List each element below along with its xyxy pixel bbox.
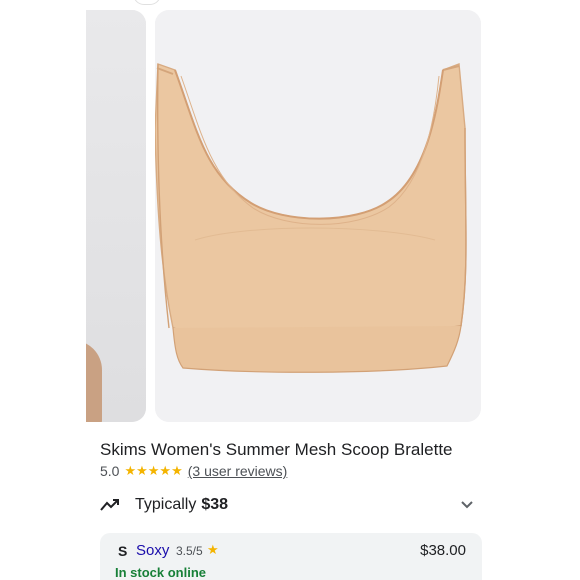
- typical-price-label: Typically: [135, 496, 197, 513]
- product-title[interactable]: Skims Women's Summer Mesh Scoop Bralette: [100, 440, 453, 460]
- product-image[interactable]: [155, 10, 481, 422]
- seller-offer-card[interactable]: S Soxy 3.5/5 ★ $38.00 In stock online: [100, 533, 482, 580]
- seller-logo: S: [118, 543, 128, 559]
- previous-image-thumbnail[interactable]: [86, 10, 146, 422]
- carousel-indicator: [134, 0, 160, 4]
- typical-price-value: $38: [201, 496, 229, 513]
- price-summary-row[interactable]: Typically $38: [100, 493, 480, 517]
- bralette-illustration: [155, 10, 481, 422]
- trending-icon: [100, 499, 119, 511]
- star-icon: ★: [207, 542, 219, 557]
- rating-stars-icon: ★★★★★: [124, 463, 183, 478]
- chevron-down-icon[interactable]: [460, 498, 474, 512]
- offer-price: $38.00: [420, 542, 466, 559]
- rating-row: 5.0 ★★★★★ (3 user reviews): [100, 463, 287, 479]
- rating-value: 5.0: [100, 463, 120, 479]
- seller-rating: 3.5/5: [176, 544, 203, 558]
- seller-name-link[interactable]: Soxy: [136, 542, 169, 559]
- user-reviews-link[interactable]: (3 user reviews): [188, 463, 288, 479]
- stock-status: In stock online: [115, 565, 207, 580]
